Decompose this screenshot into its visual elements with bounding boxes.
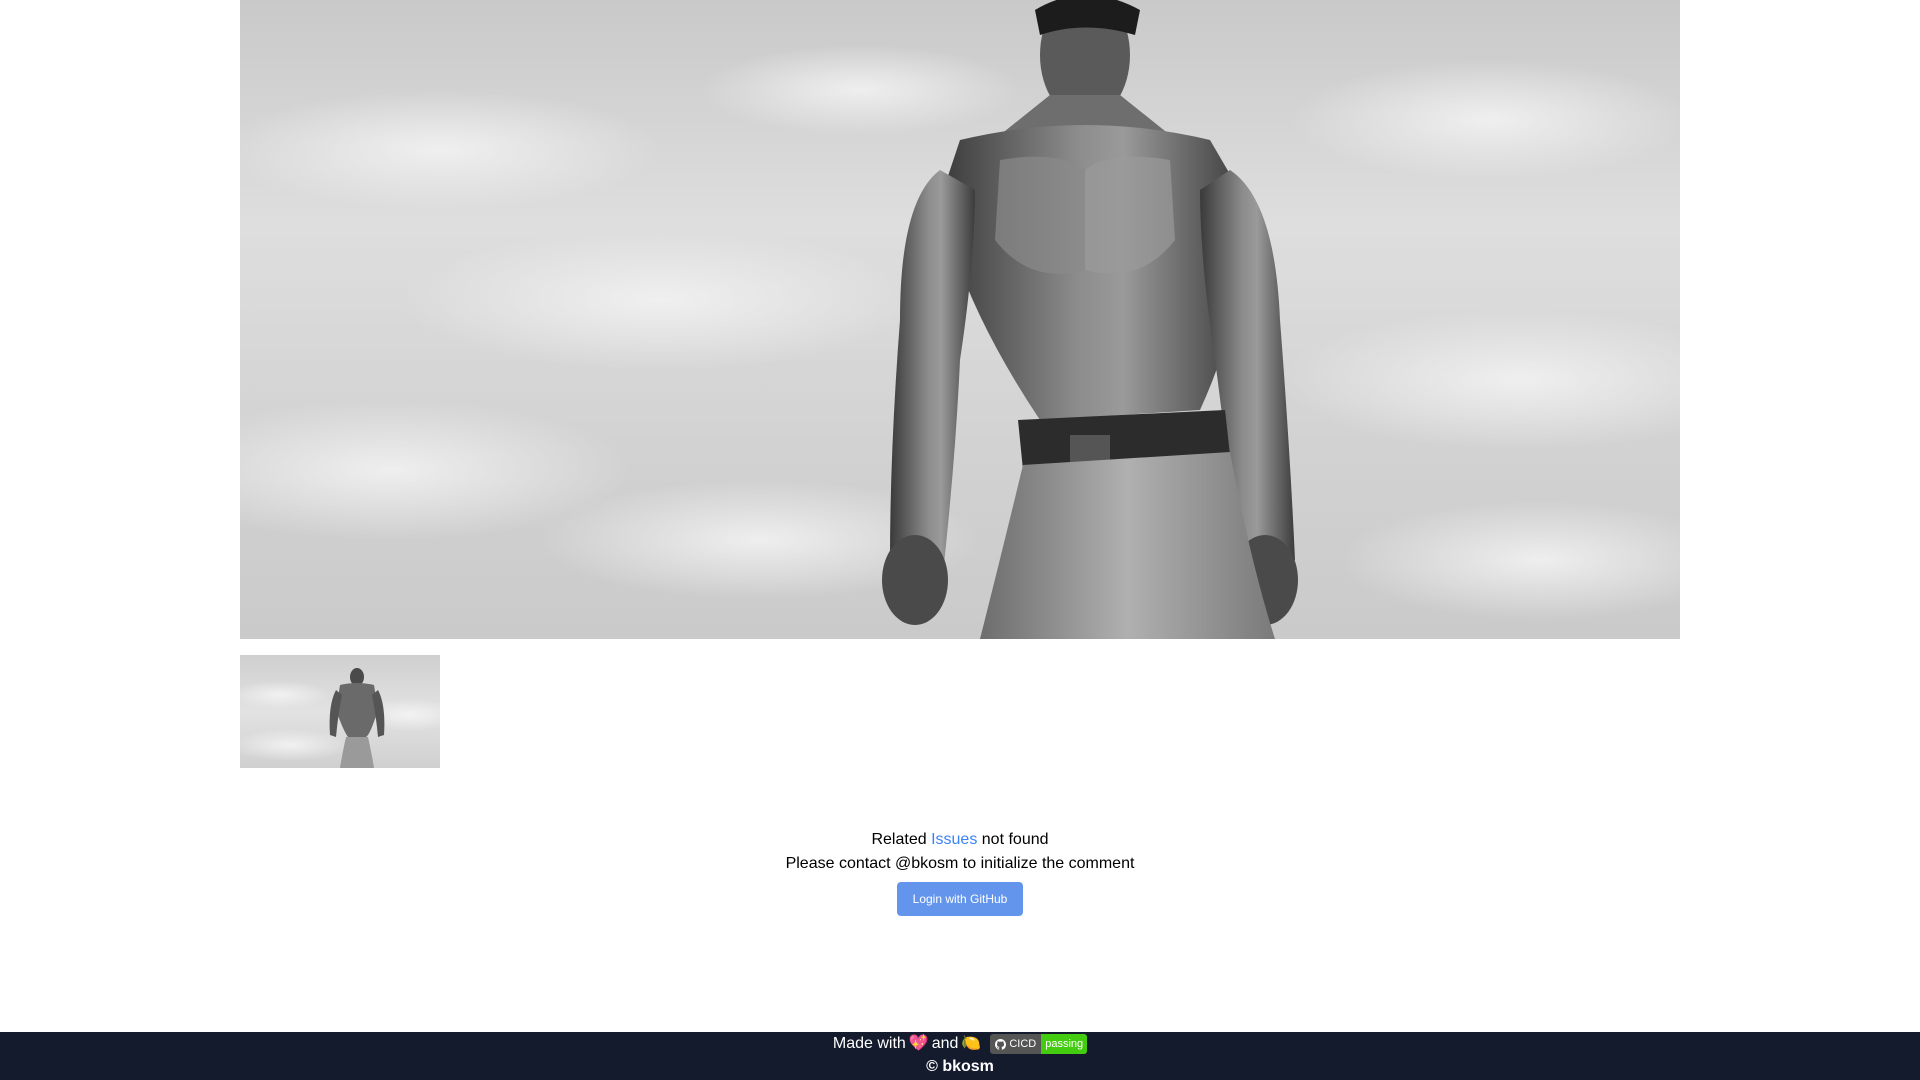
lemon-icon: 🍋 [961,1035,982,1052]
copyright: © bkosm [926,1058,994,1075]
related-suffix: not found [981,831,1049,848]
related-issues-line: Related Issues not found [0,828,1920,852]
contact-message: Please contact @bkosm to initialize the … [785,855,1135,872]
bodybuilder-thumbnail-image [240,668,440,768]
related-prefix: Related [871,831,927,848]
bodybuilder-photo-image [240,0,1680,639]
badge-label: CICD [1009,1038,1037,1050]
footer: Made with 💖 and 🍋 CICD passing © bkosm [0,1032,1920,1080]
footer-made-with-line: Made with 💖 and 🍋 CICD passing [0,1032,1920,1056]
and-text: and [931,1035,959,1052]
made-with-text: Made with [832,1035,906,1052]
sparkling-heart-icon: 💖 [908,1035,929,1052]
comments-section: Related Issues not found Please contact … [0,828,1920,916]
photo-thumbnail[interactable] [240,655,440,768]
login-with-github-button[interactable]: Login with GitHub [896,882,1024,916]
github-icon [995,1038,1007,1050]
main-photo [240,0,1680,639]
cicd-status-badge[interactable]: CICD passing [990,1034,1088,1054]
badge-label-section: CICD [990,1034,1042,1054]
page: Related Issues not found Please contact … [0,0,1920,1080]
badge-status: passing [1041,1034,1088,1054]
issues-link[interactable]: Issues [931,831,977,848]
